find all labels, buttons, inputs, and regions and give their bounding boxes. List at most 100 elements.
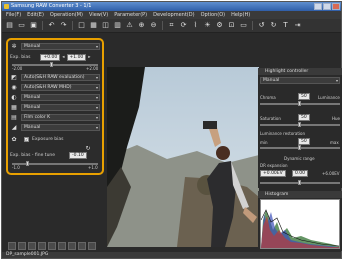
noise-select[interactable]: Manual ▾ xyxy=(21,104,100,111)
toolbar-divider xyxy=(72,21,73,30)
white-balance-icon: ✲ xyxy=(11,43,17,50)
highlight-controller-panel: Highlight controller Manual ▾ Chroma 50 L… xyxy=(258,68,342,188)
screen-icon[interactable]: ▭ xyxy=(239,21,248,30)
exp-bias-max-field[interactable]: +1.00 xyxy=(66,54,87,61)
rotate-right-icon[interactable]: ↻ xyxy=(269,21,278,30)
view-single-icon[interactable]: □ xyxy=(77,21,86,30)
color-space-select[interactable]: Auto(S&H RAW evaluation) ▾ xyxy=(21,74,100,81)
histogram-panel: Histogram xyxy=(258,191,342,251)
view-grid-icon[interactable]: ▦ xyxy=(89,21,98,30)
tool-4-icon[interactable] xyxy=(38,242,46,250)
tone-select[interactable]: Manual ▾ xyxy=(21,124,100,131)
exp-bias-min-field[interactable]: +0.00 xyxy=(40,54,61,61)
chevron-down-icon: ▾ xyxy=(95,105,98,110)
fit-icon[interactable]: ⊡ xyxy=(227,21,236,30)
tool-3-icon[interactable] xyxy=(28,242,36,250)
picture-style-select[interactable]: Auto(S&H RAW MHD) ▾ xyxy=(21,84,100,91)
exp-bias-slider-knob[interactable] xyxy=(50,62,53,67)
picture-style-row: ◉ Auto(S&H RAW MHD) ▾ xyxy=(10,83,100,92)
menu-option[interactable]: Option(O) xyxy=(201,11,226,19)
minimize-button[interactable] xyxy=(314,3,322,10)
exp-bias-range-min: -2.00 xyxy=(12,66,23,71)
film-row: ▤ Film color K ▾ xyxy=(10,113,100,122)
tool-6-icon[interactable] xyxy=(58,242,66,250)
dr-mid-field[interactable]: 0.00 xyxy=(292,170,309,177)
highlight-controller-title[interactable]: Highlight controller xyxy=(258,68,342,75)
status-filename: DP_sample001.JPG xyxy=(6,252,49,257)
tool-1-icon[interactable] xyxy=(8,242,16,250)
white-balance-select[interactable]: Manual ▾ xyxy=(21,43,100,50)
dr-low-field[interactable]: +0.00EV xyxy=(260,170,286,177)
exp-bias-row: Exp. bias +0.00 ◂ +1.00 ▸ xyxy=(10,53,100,62)
exp-bias-label: Exp. bias xyxy=(10,55,31,60)
warning-icon[interactable]: ⚠ xyxy=(125,21,134,30)
image-preview[interactable] xyxy=(107,67,259,247)
zoom-in-icon[interactable]: ⊕ xyxy=(137,21,146,30)
tool-8-icon[interactable] xyxy=(78,242,86,250)
tool-7-icon[interactable] xyxy=(68,242,76,250)
saturation-slider-knob[interactable] xyxy=(298,122,301,127)
exp-bias-tune-slider-track[interactable] xyxy=(12,163,98,165)
chroma-label: Chroma xyxy=(260,95,276,100)
brightness-icon[interactable]: ☀ xyxy=(203,21,212,30)
exposure-bias-checkbox[interactable]: ✓ xyxy=(24,137,29,142)
tool-5-icon[interactable] xyxy=(48,242,56,250)
toolbar: ▤ ▭ ▣ ↶ ↷ □ ▦ ◫ ▥ ⚠ ⊕ ⊖ ⌗ ⟳ ⌇ ☀ ⚙ ⊡ ▭ ↺ … xyxy=(2,19,341,33)
menu-edit[interactable]: Edit(E) xyxy=(27,11,44,19)
save-icon[interactable]: ▣ xyxy=(29,21,38,30)
menu-help[interactable]: Help(H) xyxy=(231,11,250,19)
open-folder-icon[interactable]: ▭ xyxy=(17,21,26,30)
histogram-title[interactable]: Histogram xyxy=(258,191,342,198)
menu-development[interactable]: Development(D) xyxy=(153,11,194,19)
text-icon[interactable]: T xyxy=(281,21,290,30)
tone-curve-icon: ◢ xyxy=(11,124,17,131)
bottom-toolbar xyxy=(8,242,96,250)
menu-view[interactable]: View(V) xyxy=(89,11,108,19)
noise-row: ▦ Manual ▾ xyxy=(10,103,100,112)
maximize-button[interactable] xyxy=(323,3,331,10)
lum-min-label: min xyxy=(260,140,268,145)
redo-icon[interactable]: ↷ xyxy=(59,21,68,30)
export-icon[interactable]: ⇥ xyxy=(293,21,302,30)
exp-bias-range-max: +2.00 xyxy=(86,66,99,71)
luminance-restoration-value[interactable]: 50 xyxy=(298,138,310,145)
rotate-icon[interactable]: ⟳ xyxy=(179,21,188,30)
eyedropper-icon[interactable]: ⌇ xyxy=(191,21,200,30)
close-button[interactable] xyxy=(332,3,340,10)
exp-bias-tune-field[interactable]: -0.10 xyxy=(69,152,87,159)
settings-icon[interactable]: ⚙ xyxy=(215,21,224,30)
tool-2-icon[interactable] xyxy=(18,242,26,250)
highlight-mode-select[interactable]: Manual ▾ xyxy=(260,77,340,84)
film-select[interactable]: Film color K ▾ xyxy=(21,114,100,121)
sharpness-select[interactable]: Manual ▾ xyxy=(21,94,100,101)
dr-slider-knob[interactable] xyxy=(298,180,301,185)
zoom-out-icon[interactable]: ⊖ xyxy=(149,21,158,30)
view-thumb-icon[interactable]: ▥ xyxy=(113,21,122,30)
status-bar: DP_sample001.JPG xyxy=(2,252,341,258)
rotate-left-icon[interactable]: ↺ xyxy=(257,21,266,30)
luminance-label: Luminance xyxy=(318,95,340,100)
saturation-value[interactable]: 50 xyxy=(298,114,310,121)
open-file-icon[interactable]: ▤ xyxy=(5,21,14,30)
luminance-restoration-slider-knob[interactable] xyxy=(298,145,301,150)
color-palette-icon: ✿ xyxy=(11,136,17,143)
crop-icon[interactable]: ⌗ xyxy=(167,21,176,30)
exp-bias-tune-slider-knob[interactable] xyxy=(26,161,29,166)
chroma-value[interactable]: 50 xyxy=(298,93,310,100)
histogram-graph xyxy=(260,199,340,249)
view-compare-icon[interactable]: ◫ xyxy=(101,21,110,30)
chevron-down-icon: ▾ xyxy=(335,78,338,83)
menu-parameter[interactable]: Parameter(P) xyxy=(114,11,147,19)
exposure-bias-label: Exposure bias xyxy=(32,137,64,142)
sharpness-icon: ◐ xyxy=(11,94,17,101)
chroma-slider-knob[interactable] xyxy=(298,101,301,106)
histogram-curves xyxy=(260,209,340,248)
toolbar-divider xyxy=(252,21,253,30)
menu-operation[interactable]: Operation(M) xyxy=(50,11,83,19)
undo-icon[interactable]: ↶ xyxy=(47,21,56,30)
exp-bias-tune-label: Exp. bias - fine tune xyxy=(10,153,56,158)
hue-label: Hue xyxy=(332,116,341,121)
menu-bar: File(F) Edit(E) Operation(M) View(V) Par… xyxy=(2,11,341,19)
menu-file[interactable]: File(F) xyxy=(6,11,21,19)
tool-9-icon[interactable] xyxy=(88,242,96,250)
